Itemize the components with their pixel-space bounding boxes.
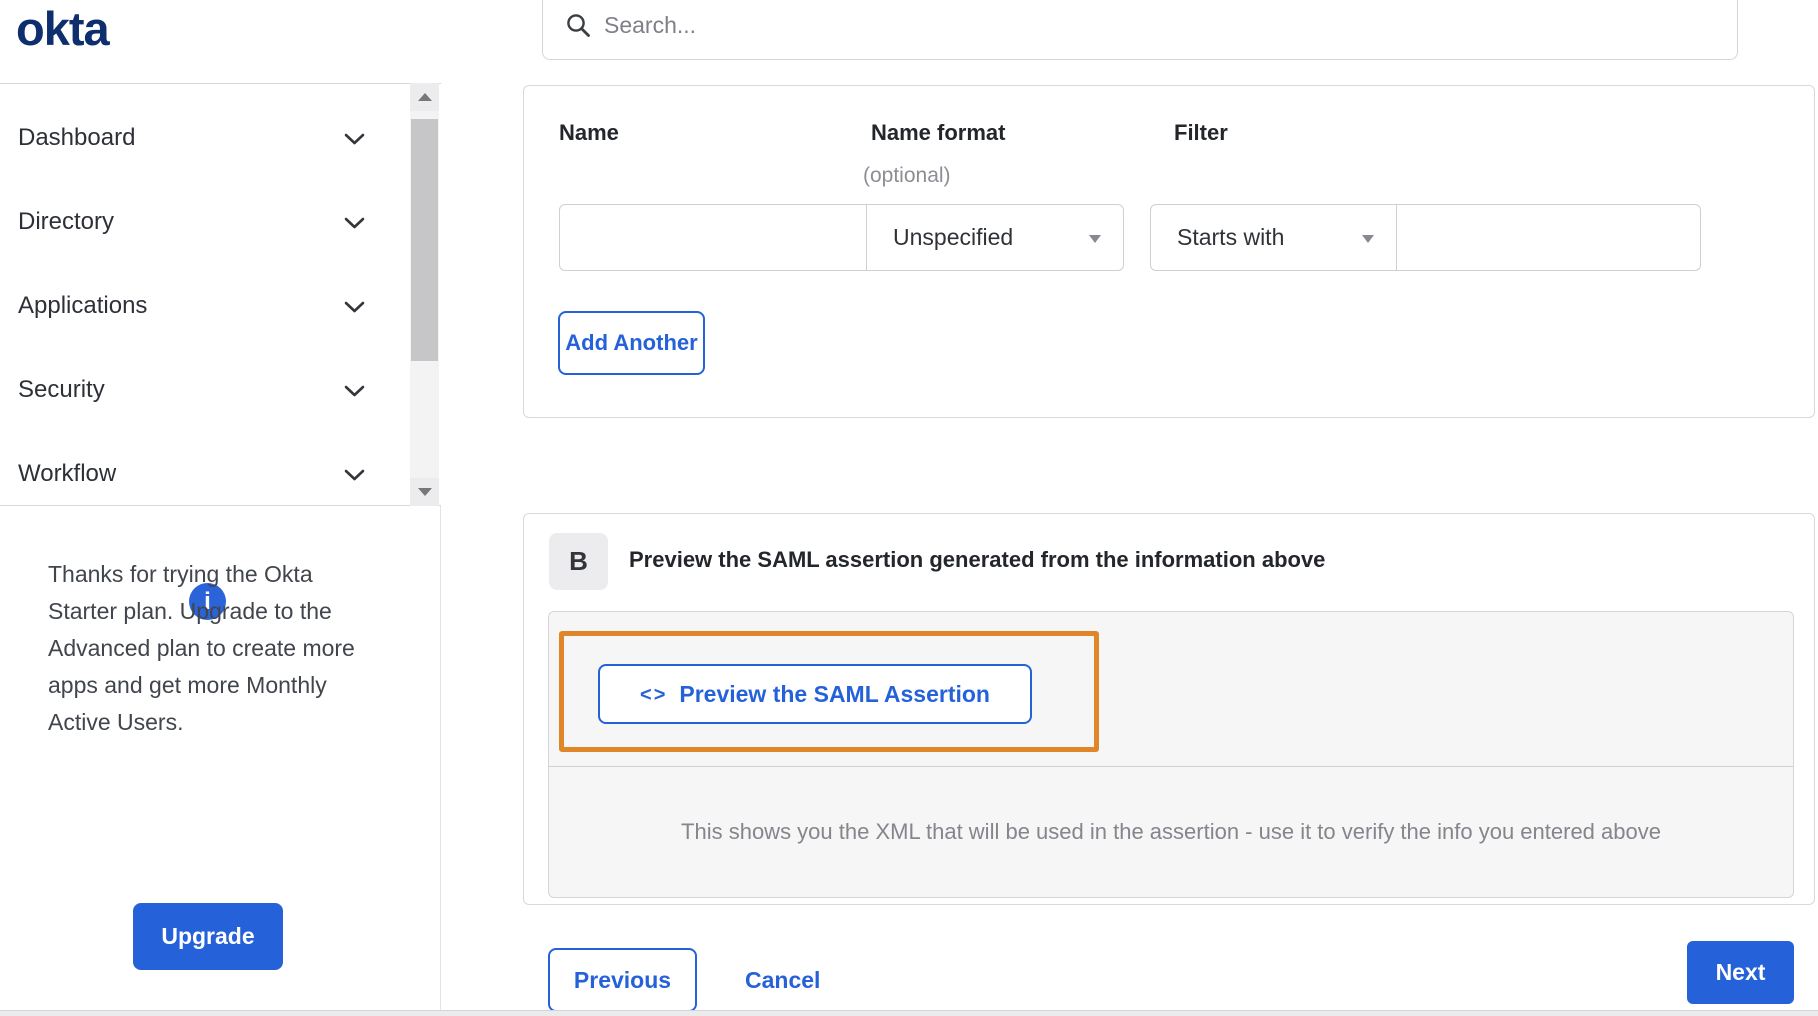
preview-description-area: This shows you the XML that will be used…: [549, 767, 1793, 897]
name-format-selected-value: Unspecified: [893, 224, 1014, 250]
sidebar-item-applications[interactable]: Applications: [0, 264, 441, 348]
code-brackets-icon: <>: [640, 683, 668, 706]
filter-column-label: Filter: [1174, 120, 1228, 145]
page-bottom-edge: [0, 1010, 1818, 1016]
preview-description-text: This shows you the XML that will be used…: [681, 819, 1661, 844]
preview-saml-assertion-button[interactable]: <> Preview the SAML Assertion: [598, 664, 1032, 724]
sidebar-item-dashboard[interactable]: Dashboard: [0, 96, 441, 180]
okta-admin-page: okta Dashboard Directory Applications: [0, 0, 1818, 1016]
chevron-down-icon: [344, 217, 365, 229]
preview-button-label: Preview the SAML Assertion: [679, 680, 990, 707]
chevron-down-icon: [344, 301, 365, 313]
sidebar-nav: Dashboard Directory Applications Securit…: [0, 83, 441, 506]
upgrade-button[interactable]: Upgrade: [133, 903, 283, 970]
cancel-link[interactable]: Cancel: [745, 948, 820, 1012]
step-b-badge: B: [549, 533, 608, 590]
attribute-name-input[interactable]: [559, 204, 867, 271]
scrollbar-thumb[interactable]: [411, 119, 438, 361]
okta-logo: okta: [16, 2, 110, 55]
sidebar-item-label: Security: [18, 376, 105, 403]
triangle-down-icon: [417, 488, 432, 496]
scroll-up-button[interactable]: [410, 83, 439, 111]
dropdown-caret-icon: [1089, 235, 1101, 243]
sidebar-item-label: Dashboard: [18, 124, 136, 151]
preview-section-title: Preview the SAML assertion generated fro…: [629, 547, 1326, 572]
search-icon: [567, 14, 590, 37]
name-column-label: Name: [559, 120, 619, 145]
chevron-down-icon: [344, 385, 365, 397]
chevron-down-icon: [344, 469, 365, 481]
add-another-button[interactable]: Add Another: [558, 311, 705, 375]
global-search: [542, 0, 1738, 60]
sidebar-item-security[interactable]: Security: [0, 348, 441, 432]
scroll-down-button[interactable]: [410, 478, 439, 506]
filter-type-selected-value: Starts with: [1177, 224, 1285, 250]
name-format-select[interactable]: Unspecified: [866, 204, 1124, 271]
name-format-column-label: Name format: [871, 120, 1006, 145]
search-input[interactable]: [604, 12, 1684, 39]
attribute-statements-card: Name Name format (optional) Filter Unspe…: [523, 85, 1815, 418]
filter-type-select[interactable]: Starts with: [1150, 204, 1397, 271]
triangle-up-icon: [417, 93, 432, 101]
sidebar-item-label: Applications: [18, 292, 148, 319]
preview-panel: <> Preview the SAML Assertion This shows…: [548, 611, 1794, 898]
sidebar-item-label: Workflow: [18, 460, 117, 487]
sidebar-item-workflow[interactable]: Workflow: [0, 432, 441, 516]
preview-saml-card: B Preview the SAML assertion generated f…: [523, 513, 1815, 905]
next-button[interactable]: Next: [1687, 941, 1794, 1004]
sidebar-item-label: Directory: [18, 208, 115, 235]
filter-value-input[interactable]: [1397, 204, 1701, 271]
upgrade-promo-text: Thanks for trying the Okta Starter plan.…: [48, 561, 355, 735]
dropdown-caret-icon: [1362, 235, 1374, 243]
sidebar-scrollbar[interactable]: [410, 83, 439, 506]
sidebar-item-directory[interactable]: Directory: [0, 180, 441, 264]
preview-button-area: <> Preview the SAML Assertion: [549, 612, 1793, 767]
name-format-optional-hint: (optional): [863, 164, 951, 187]
chevron-down-icon: [344, 133, 365, 145]
previous-button[interactable]: Previous: [548, 948, 697, 1012]
